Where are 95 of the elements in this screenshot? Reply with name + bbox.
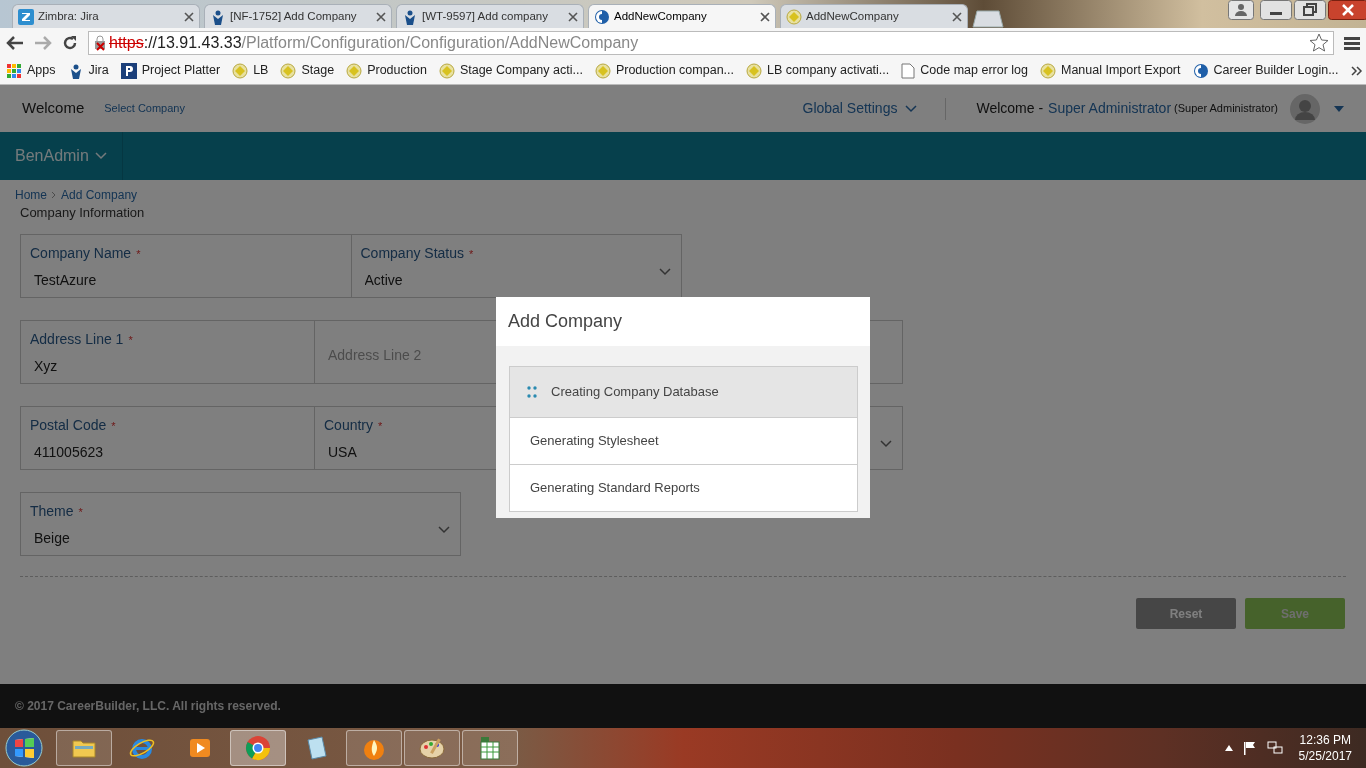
field-label: Company Status * [360, 244, 474, 263]
browser-tab[interactable]: AddNewCompany [780, 4, 968, 28]
progress-step: Generating Standard Reports [510, 464, 857, 511]
taskbar-button[interactable] [404, 730, 460, 766]
network-icon[interactable] [1266, 741, 1283, 755]
input-value[interactable]: 411005623 [30, 442, 278, 463]
close-icon[interactable] [184, 11, 194, 22]
coin-icon [1040, 62, 1056, 79]
taskbar-button[interactable] [346, 730, 402, 766]
bookmark[interactable]: Manual Import Export [1040, 61, 1181, 80]
bookmark[interactable]: Stage [280, 61, 335, 80]
input-value[interactable]: Xyz [30, 356, 278, 377]
field-label: Company Name * [30, 244, 141, 263]
jira-icon [210, 8, 226, 25]
taskbar-button[interactable] [462, 730, 518, 766]
select-field[interactable]: Company Status * Active [350, 234, 682, 298]
address-bar[interactable]: https://13.91.43.33/Platform/Configuration/Configuration/AddNewCompany [88, 30, 1334, 55]
globe-icon [1192, 62, 1209, 79]
text-field[interactable]: Postal Code * 411005623 [20, 406, 315, 470]
bookmark[interactable]: Code map error log [901, 61, 1028, 80]
select-value[interactable]: Beige [30, 528, 409, 549]
welcome-label: Welcome - [976, 99, 1044, 118]
caret-icon[interactable] [1334, 106, 1344, 113]
bookmark[interactable]: Production [346, 61, 427, 80]
clock[interactable]: 12:36 PM 5/25/2017 [1298, 732, 1352, 764]
user-role: (Super Administrator) [1174, 101, 1278, 117]
menu-icon[interactable] [1344, 34, 1360, 51]
close-icon[interactable] [568, 11, 578, 22]
reload-icon[interactable] [62, 34, 78, 51]
avatar-icon[interactable] [1290, 93, 1320, 124]
field-label: Country * [324, 416, 383, 435]
select-value[interactable]: Active [360, 270, 641, 291]
progress-step: Creating Company Database [510, 367, 857, 417]
star-icon[interactable] [1309, 32, 1329, 53]
user-icon[interactable] [1228, 0, 1254, 20]
spinner-icon [527, 386, 537, 398]
bookmark[interactable]: LB [232, 61, 269, 80]
jira-icon [402, 8, 418, 25]
maximize-icon[interactable] [1294, 0, 1326, 20]
browser-tab[interactable]: Zimbra: Jira [12, 4, 200, 28]
chevron-down-icon [905, 104, 918, 113]
section-title: Company Information [20, 206, 146, 220]
bookmark[interactable]: LB company activati... [746, 61, 890, 80]
field-label: Address Line 1 * [30, 330, 133, 349]
globe-icon [594, 8, 610, 25]
url-text: https://13.91.43.33/Platform/Configuration/Configuration/AddNewCompany [109, 32, 640, 53]
browser-tab[interactable]: AddNewCompany [588, 4, 776, 28]
field-label: Postal Code * [30, 416, 116, 435]
browser-tab[interactable]: [WT-9597] Add company [396, 4, 584, 28]
p-logo-icon [120, 62, 137, 79]
chevron-down-icon [438, 525, 450, 534]
start-icon[interactable] [4, 729, 44, 767]
close-icon[interactable] [376, 11, 386, 22]
text-field[interactable]: Address Line 1 * Xyz [20, 320, 315, 384]
coin-icon [438, 62, 455, 79]
coin-icon [280, 62, 297, 79]
select-field[interactable]: Theme * Beige [20, 492, 461, 556]
bookmark[interactable]: Stage Company acti... [438, 61, 583, 80]
copyright-text: © 2017 CareerBuilder, LLC. All rights reserved. [15, 698, 281, 715]
overflow-chevron-icon[interactable] [1350, 64, 1363, 77]
flag-icon[interactable] [1242, 741, 1257, 755]
breadcrumb-chevron-icon [51, 191, 57, 199]
close-icon[interactable] [952, 11, 962, 22]
bookmark[interactable]: Project Platter [120, 61, 221, 80]
coin-icon [786, 8, 802, 25]
chevron-down-icon [659, 267, 671, 276]
tray-arrow-icon[interactable] [1224, 745, 1233, 751]
back-icon[interactable] [6, 34, 24, 51]
text-field[interactable]: Company Name * TestAzure [20, 234, 352, 298]
close-icon[interactable] [1328, 0, 1366, 20]
close-icon[interactable] [760, 11, 770, 22]
browser-tab[interactable]: [NF-1752] Add Company [204, 4, 392, 28]
page-icon [901, 62, 916, 79]
coin-icon [232, 62, 249, 79]
apps-icon [6, 62, 22, 79]
chevron-down-icon [94, 152, 107, 160]
new-tab-icon[interactable] [972, 10, 1004, 28]
taskbar-button[interactable] [56, 730, 112, 766]
field-label: Theme * [30, 502, 83, 521]
taskbar-button[interactable] [230, 730, 286, 766]
coin-icon [594, 62, 611, 79]
z-logo-icon [18, 8, 34, 25]
progress-step: Generating Stylesheet [510, 417, 857, 464]
input-value[interactable]: TestAzure [30, 270, 311, 291]
coin-icon [746, 62, 762, 79]
bookmark[interactable]: Career Builder Login... [1192, 61, 1339, 80]
bookmark[interactable]: Production compan... [594, 61, 734, 80]
chrome-logo-icon [244, 734, 272, 762]
breadcrumb-current: Add Company [61, 187, 138, 204]
minimize-icon[interactable] [1260, 0, 1292, 20]
bookmark[interactable]: Jira [67, 61, 109, 80]
chevron-down-icon [880, 439, 892, 448]
welcome-text: Welcome [22, 98, 85, 119]
coin-icon [346, 62, 363, 79]
bookmark[interactable]: Apps [6, 61, 56, 80]
